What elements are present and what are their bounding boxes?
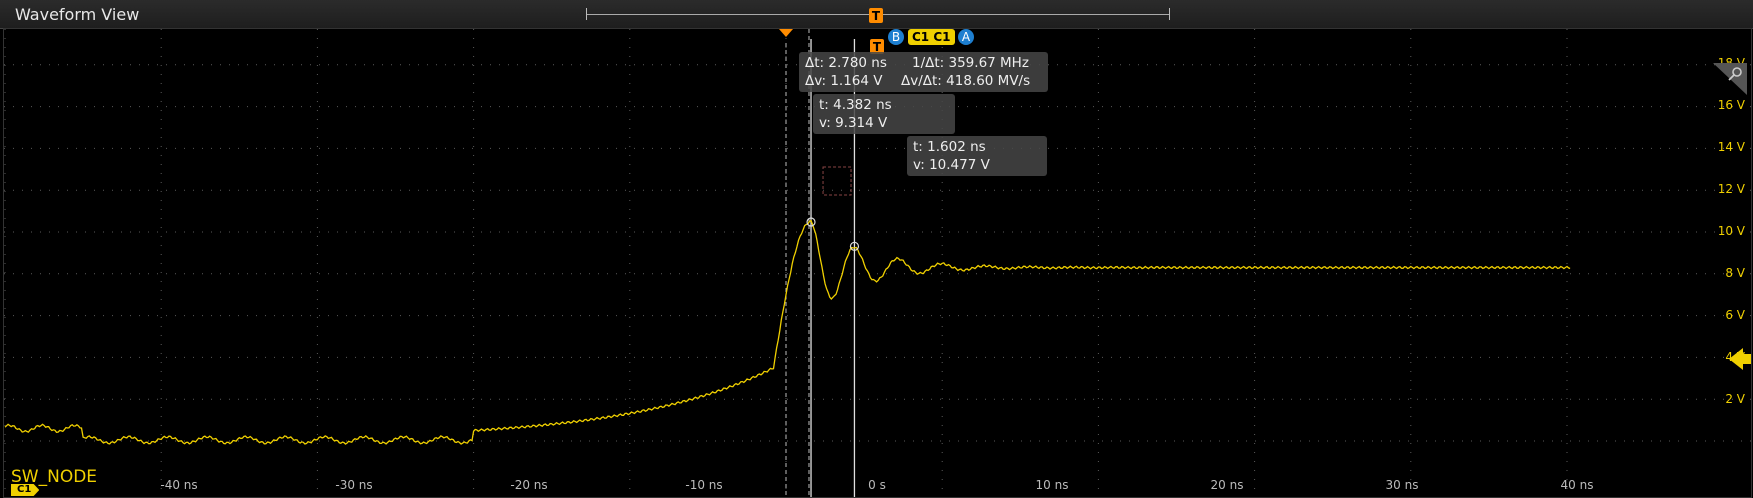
cursor-source-badge[interactable]: C1 C1 xyxy=(908,29,955,45)
x-label-0s: 0 s xyxy=(868,478,886,492)
cursor-b-badge[interactable]: B xyxy=(888,29,904,45)
inverse-delta-t: 1/Δt: 359.67 MHz xyxy=(912,55,1029,71)
offset-level-arrow-icon[interactable] xyxy=(1729,348,1751,370)
cursor-b-readout[interactable]: t: 4.382 ns v: 9.314 V xyxy=(813,94,955,134)
y-label-16v: 16 V xyxy=(1717,98,1745,112)
x-label-20ns: 20 ns xyxy=(1210,478,1244,492)
overview-trigger-badge[interactable]: T xyxy=(869,8,883,23)
y-label-6v: 6 V xyxy=(1725,308,1745,322)
cursor-b-voltage: v: 9.314 V xyxy=(819,115,888,131)
delta-box xyxy=(822,166,852,196)
cursor-a-time: t: 1.602 ns xyxy=(913,139,986,155)
delta-t: Δt: 2.780 ns xyxy=(805,55,887,71)
y-label-14v: 14 V xyxy=(1717,140,1745,154)
channel-badge[interactable]: C1 xyxy=(11,484,40,496)
y-label-12v: 12 V xyxy=(1717,182,1745,196)
delta-readout[interactable]: Δt: 2.780 ns Δv: 1.164 V 1/Δt: 359.67 MH… xyxy=(799,52,1048,92)
x-label-neg10ns: -10 ns xyxy=(685,478,723,492)
x-label-neg40ns: -40 ns xyxy=(160,478,198,492)
x-label-neg30ns: -30 ns xyxy=(335,478,373,492)
trigger-arrow xyxy=(779,29,793,37)
y-label-2v: 2 V xyxy=(1725,392,1745,406)
waveform-trace xyxy=(4,219,1571,445)
x-label-neg20ns: -20 ns xyxy=(510,478,548,492)
title-bar: Waveform View T xyxy=(0,0,1753,29)
x-label-30ns: 30 ns xyxy=(1385,478,1419,492)
waveform-view-window: Waveform View T T B C1 C1 A Δt: 2.780 ns… xyxy=(0,0,1753,498)
x-label-40ns: 40 ns xyxy=(1560,478,1594,492)
cursor-a-voltage: v: 10.477 V xyxy=(913,157,990,173)
window-title: Waveform View xyxy=(15,5,140,24)
y-label-10v: 10 V xyxy=(1717,224,1745,238)
cursor-a-readout[interactable]: t: 1.602 ns v: 10.477 V xyxy=(907,136,1047,176)
delta-v: Δv: 1.164 V xyxy=(805,73,883,89)
waveform-plot[interactable]: T B C1 C1 A Δt: 2.780 ns Δv: 1.164 V 1/Δ… xyxy=(3,28,1752,498)
y-label-8v: 8 V xyxy=(1725,266,1745,280)
delta-slope: Δv/Δt: 418.60 MV/s xyxy=(901,73,1031,89)
zoom-handle-icon[interactable] xyxy=(1709,63,1747,95)
cursor-b-time: t: 4.382 ns xyxy=(819,97,892,113)
cursor-a-badge[interactable]: A xyxy=(958,29,974,45)
x-label-10ns: 10 ns xyxy=(1035,478,1069,492)
